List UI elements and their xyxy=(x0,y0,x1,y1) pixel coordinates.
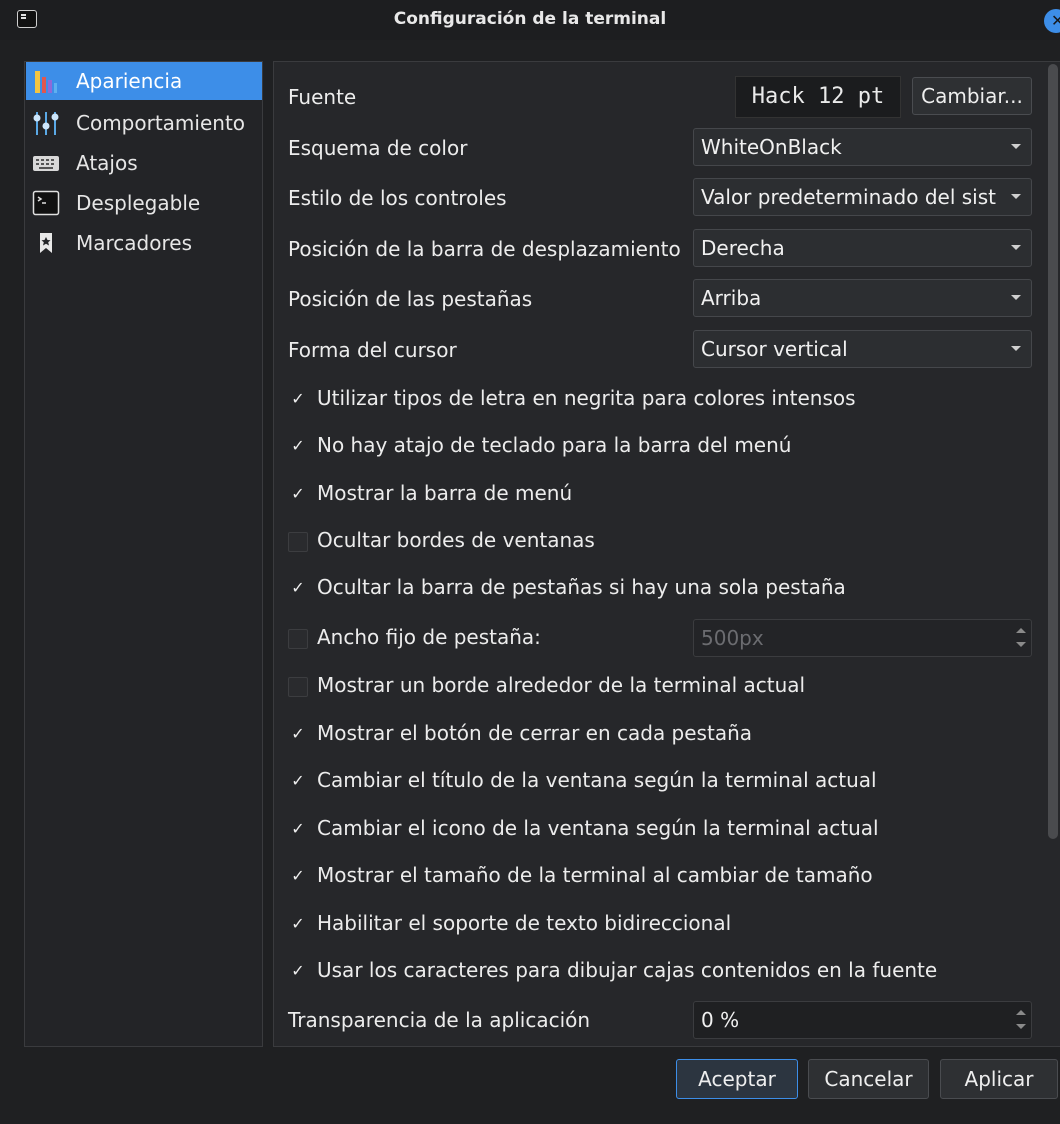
check-label: Utilizar tipos de letra en negrita para … xyxy=(317,386,856,410)
checkbox[interactable]: ✓ xyxy=(288,579,308,599)
window-title: Configuración de la terminal xyxy=(393,9,667,29)
widget-style-value: Valor predeterminado del sist xyxy=(701,185,996,209)
spin-up-icon xyxy=(1016,628,1026,633)
scrollbar-position-label: Posición de la barra de desplazamiento xyxy=(288,237,681,261)
chevron-down-icon xyxy=(1011,346,1021,351)
apply-button[interactable]: Aplicar xyxy=(940,1059,1058,1099)
title-bar: Configuración de la terminal ✕ xyxy=(0,0,1060,40)
transparency-spinbox[interactable]: 0 % xyxy=(693,1001,1032,1039)
sidebar-label-marcadores: Marcadores xyxy=(76,231,192,255)
widget-style-label: Estilo de los controles xyxy=(288,186,507,210)
check-label: Mostrar el botón de cerrar en cada pesta… xyxy=(317,721,753,745)
spin-down-icon xyxy=(1016,1024,1026,1029)
change-font-button[interactable]: Cambiar... xyxy=(912,77,1032,115)
cancel-button[interactable]: Cancelar xyxy=(808,1059,929,1099)
color-scheme-select[interactable]: WhiteOnBlack xyxy=(693,128,1032,166)
font-label: Fuente xyxy=(288,85,357,109)
checkbox[interactable] xyxy=(288,532,308,552)
tab-position-label: Posición de las pestañas xyxy=(288,287,533,311)
fixed-tab-width-value: 500px xyxy=(701,626,764,650)
chevron-down-icon xyxy=(1011,194,1021,199)
checkbox[interactable]: ✓ xyxy=(288,820,308,840)
spin-down-icon xyxy=(1016,642,1026,647)
terminal-icon xyxy=(32,190,60,216)
transparency-value: 0 % xyxy=(701,1008,740,1032)
spin-arrows[interactable] xyxy=(1011,1002,1031,1038)
color-scheme-value: WhiteOnBlack xyxy=(701,135,842,159)
check-label: No hay atajo de teclado para la barra de… xyxy=(317,433,792,457)
checkbox[interactable]: ✓ xyxy=(288,772,308,792)
check-label: Mostrar un borde alrededor de la termina… xyxy=(317,673,806,697)
sidebar-item-comportamiento[interactable]: Comportamiento xyxy=(26,104,262,142)
chevron-down-icon xyxy=(1011,144,1021,149)
spin-arrows[interactable] xyxy=(1011,620,1031,656)
check-label: Ocultar bordes de ventanas xyxy=(317,528,595,552)
chevron-down-icon xyxy=(1011,245,1021,250)
check-label: Habilitar el soporte de texto bidireccio… xyxy=(317,911,732,935)
checkbox[interactable] xyxy=(288,677,308,697)
checkbox[interactable]: ✓ xyxy=(288,867,308,887)
chevron-down-icon xyxy=(1011,295,1021,300)
spin-up-icon xyxy=(1016,1010,1026,1015)
palette-icon xyxy=(35,71,57,93)
sidebar-label-desplegable: Desplegable xyxy=(76,191,201,215)
tab-position-select[interactable]: Arriba xyxy=(693,279,1032,317)
sidebar-label-comportamiento: Comportamiento xyxy=(76,111,246,135)
sidebar-label-atajos: Atajos xyxy=(76,151,138,175)
check-label: Cambiar el icono de la ventana según la … xyxy=(317,816,879,840)
settings-sidebar: Apariencia Comportamiento Atajos Despleg… xyxy=(24,61,263,1047)
sidebar-label-apariencia: Apariencia xyxy=(76,69,183,93)
checkbox[interactable]: ✓ xyxy=(288,437,308,457)
close-window-button[interactable]: ✕ xyxy=(1044,9,1060,33)
sidebar-item-atajos[interactable]: Atajos xyxy=(26,144,262,182)
widget-style-select[interactable]: Valor predeterminado del sist xyxy=(693,178,1032,216)
check-label: Ocultar la barra de pestañas si hay una … xyxy=(317,575,846,599)
fixed-tab-width-spinbox[interactable]: 500px xyxy=(693,619,1032,657)
sliders-icon xyxy=(33,112,59,135)
sidebar-item-apariencia[interactable]: Apariencia xyxy=(26,62,262,100)
transparency-label: Transparencia de la aplicación xyxy=(288,1008,591,1032)
check-label: Mostrar la barra de menú xyxy=(317,481,573,505)
checkbox[interactable]: ✓ xyxy=(288,390,308,410)
font-preview: Hack 12 pt xyxy=(735,76,901,118)
ok-button[interactable]: Aceptar xyxy=(676,1059,798,1099)
check-label: Usar los caracteres para dibujar cajas c… xyxy=(317,958,938,982)
keyboard-icon xyxy=(33,156,59,171)
scrollbar-position-value: Derecha xyxy=(701,236,785,260)
cursor-shape-select[interactable]: Cursor vertical xyxy=(693,330,1032,368)
panel-scrollbar[interactable] xyxy=(1048,64,1058,839)
check-label: Mostrar el tamaño de la terminal al camb… xyxy=(317,863,873,887)
tab-position-value: Arriba xyxy=(701,286,762,310)
cursor-shape-value: Cursor vertical xyxy=(701,337,848,361)
bookmark-icon xyxy=(40,233,52,253)
color-scheme-label: Esquema de color xyxy=(288,136,468,160)
cursor-shape-label: Forma del cursor xyxy=(288,338,457,362)
check-label: Cambiar el título de la ventana según la… xyxy=(317,768,877,792)
checkbox[interactable]: ✓ xyxy=(288,725,308,745)
checkbox[interactable]: ✓ xyxy=(288,485,308,505)
checkbox[interactable] xyxy=(288,629,308,649)
checkbox[interactable]: ✓ xyxy=(288,962,308,982)
sidebar-item-desplegable[interactable]: Desplegable xyxy=(26,184,262,222)
scrollbar-position-select[interactable]: Derecha xyxy=(693,229,1032,267)
checkbox[interactable]: ✓ xyxy=(288,915,308,935)
check-label: Ancho fijo de pestaña: xyxy=(317,625,541,649)
sidebar-item-marcadores[interactable]: Marcadores xyxy=(26,224,262,262)
